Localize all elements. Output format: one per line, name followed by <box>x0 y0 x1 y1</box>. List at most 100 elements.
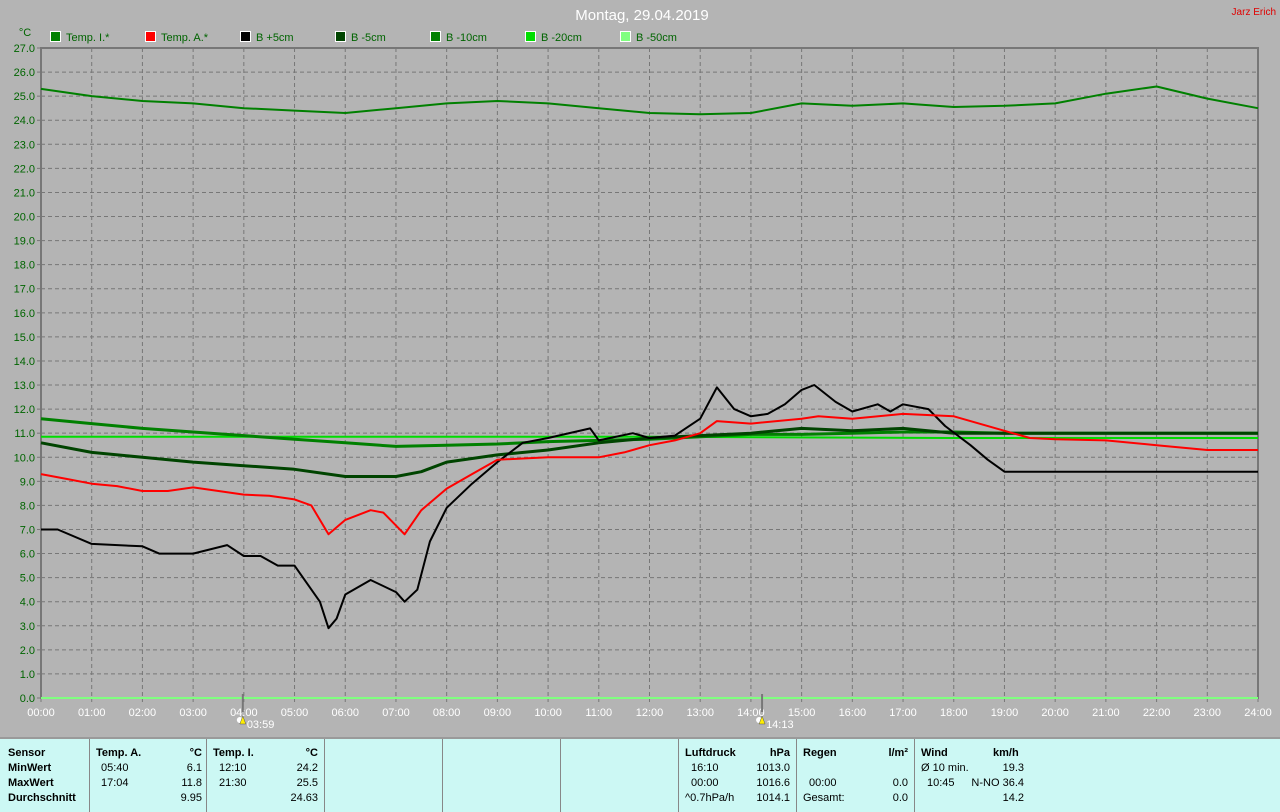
y-tick-label: 24.0 <box>14 115 35 127</box>
x-tick-label: 07:00 <box>382 707 410 719</box>
y-tick-label: 10.0 <box>14 452 35 464</box>
x-tick-label: 04:00 <box>230 707 258 719</box>
pressure-header: Luftdruck <box>685 747 736 759</box>
y-tick-label: 16.0 <box>14 308 35 320</box>
pressure-unit: hPa <box>769 747 790 759</box>
temp-i-max: 25.5 <box>296 777 318 789</box>
pressure-max: 1016.6 <box>756 777 790 789</box>
y-tick-label: 1.0 <box>20 669 35 681</box>
temp-i-max-time: 21:30 <box>219 777 247 789</box>
legend-label: B +5cm <box>256 32 294 44</box>
y-axis-label: °C <box>19 27 31 39</box>
legend-swatch <box>145 31 156 42</box>
rain-total: 0.0 <box>892 792 908 804</box>
legend-label: Temp. I.* <box>66 32 110 44</box>
wind-avg: 19.3 <box>1002 762 1024 774</box>
temp-i-min-time: 12:10 <box>219 762 247 774</box>
y-tick-label: 11.0 <box>14 428 35 440</box>
sensor-column: Sensor MinWert MaxWert Durchschnitt <box>0 739 89 812</box>
x-tick-label: 20:00 <box>1041 707 1069 719</box>
author-label: Jarz Erich <box>1231 7 1276 18</box>
y-tick-label: 5.0 <box>20 573 35 585</box>
rain-unit: l/m² <box>888 747 908 759</box>
y-tick-label: 4.0 <box>20 597 35 609</box>
temp-a-max: 11.8 <box>181 777 202 789</box>
x-tick-label: 14:00 <box>737 707 765 719</box>
pressure-trend: ^0.7hPa/h <box>685 792 735 804</box>
y-tick-label: 17.0 <box>14 284 35 296</box>
y-tick-label: 2.0 <box>20 645 35 657</box>
legend-label: B -5cm <box>351 32 386 44</box>
legend-item: B -10cm <box>430 31 487 44</box>
legend-swatch <box>525 31 536 42</box>
x-tick-label: 05:00 <box>281 707 309 719</box>
legend-swatch <box>50 31 61 42</box>
temp-a-min: 6.1 <box>186 762 202 774</box>
y-tick-label: 8.0 <box>20 500 35 512</box>
temp-i-header: Temp. I. <box>213 747 254 759</box>
wind-column: Wind km/h Ø 10 min. 19.3 10:45 N-NO 36.4… <box>914 739 1280 812</box>
stats-panel: Sensor MinWert MaxWert Durchschnitt Temp… <box>0 737 1280 812</box>
legend-swatch <box>335 31 346 42</box>
wind-mean: 14.2 <box>1002 792 1024 804</box>
temp-a-avg: 9.95 <box>180 792 202 804</box>
chart-title: Montag, 29.04.2019 <box>575 7 709 24</box>
pressure-avg: 1014.1 <box>756 792 790 804</box>
marker-label: 03:59 <box>247 719 275 731</box>
x-tick-label: 18:00 <box>940 707 968 719</box>
legend-swatch <box>620 31 631 42</box>
legend-label: B -50cm <box>636 32 677 44</box>
legend-item: Temp. I.* <box>50 31 109 44</box>
wind-max-time: 10:45 <box>927 777 955 789</box>
x-tick-label: 24:00 <box>1244 707 1272 719</box>
x-tick-label: 03:00 <box>179 707 207 719</box>
temp-i-column: Temp. I. °C 12:10 24.2 21:30 25.5 24.63 <box>206 739 324 812</box>
legend-item: B -50cm <box>620 31 677 44</box>
rain-max-time: 00:00 <box>809 777 837 789</box>
legend-swatch <box>430 31 441 42</box>
y-tick-label: 18.0 <box>14 260 35 272</box>
x-tick-label: 09:00 <box>484 707 512 719</box>
empty-column <box>442 739 560 812</box>
x-tick-label: 21:00 <box>1092 707 1120 719</box>
y-tick-label: 0.0 <box>20 693 35 705</box>
legend-item: Temp. A.* <box>145 31 208 44</box>
marker-label: 14:13 <box>766 719 794 731</box>
sensor-header: Sensor <box>8 747 46 759</box>
x-tick-label: 06:00 <box>331 707 359 719</box>
x-tick-label: 15:00 <box>788 707 816 719</box>
minwert-label: MinWert <box>8 762 52 774</box>
empty-column <box>560 739 678 812</box>
temp-i-unit: °C <box>305 747 318 759</box>
pressure-column: Luftdruck hPa 16:10 1013.0 00:00 1016.6 … <box>678 739 796 812</box>
y-tick-label: 9.0 <box>20 476 35 488</box>
y-tick-label: 13.0 <box>14 380 35 392</box>
y-tick-label: 23.0 <box>14 139 35 151</box>
y-tick-label: 21.0 <box>14 187 35 199</box>
temp-i-min: 24.2 <box>296 762 318 774</box>
wind-max: N-NO 36.4 <box>971 777 1024 789</box>
rain-total-label: Gesamt: <box>803 792 845 804</box>
x-tick-label: 00:00 <box>27 707 55 719</box>
rain-header: Regen <box>803 747 837 759</box>
empty-column <box>324 739 442 812</box>
legend-item: B -20cm <box>525 31 582 44</box>
rain-max: 0.0 <box>892 777 908 789</box>
legend-swatch <box>240 31 251 42</box>
temp-a-header: Temp. A. <box>96 747 142 759</box>
x-tick-label: 01:00 <box>78 707 106 719</box>
y-tick-label: 19.0 <box>14 236 35 248</box>
legend-label: Temp. A.* <box>161 32 209 44</box>
rain-column: Regen l/m² 00:00 0.0 Gesamt: 0.0 <box>796 739 914 812</box>
x-tick-label: 22:00 <box>1143 707 1171 719</box>
x-tick-label: 19:00 <box>991 707 1019 719</box>
y-tick-label: 20.0 <box>14 212 35 224</box>
y-tick-label: 15.0 <box>14 332 35 344</box>
y-tick-label: 22.0 <box>14 163 35 175</box>
wind-unit: km/h <box>993 747 1019 759</box>
legend-label: B -20cm <box>541 32 582 44</box>
temp-a-min-time: 05:40 <box>101 762 129 774</box>
x-tick-label: 08:00 <box>433 707 461 719</box>
temp-a-max-time: 17:04 <box>101 777 129 789</box>
x-tick-label: 13:00 <box>686 707 714 719</box>
